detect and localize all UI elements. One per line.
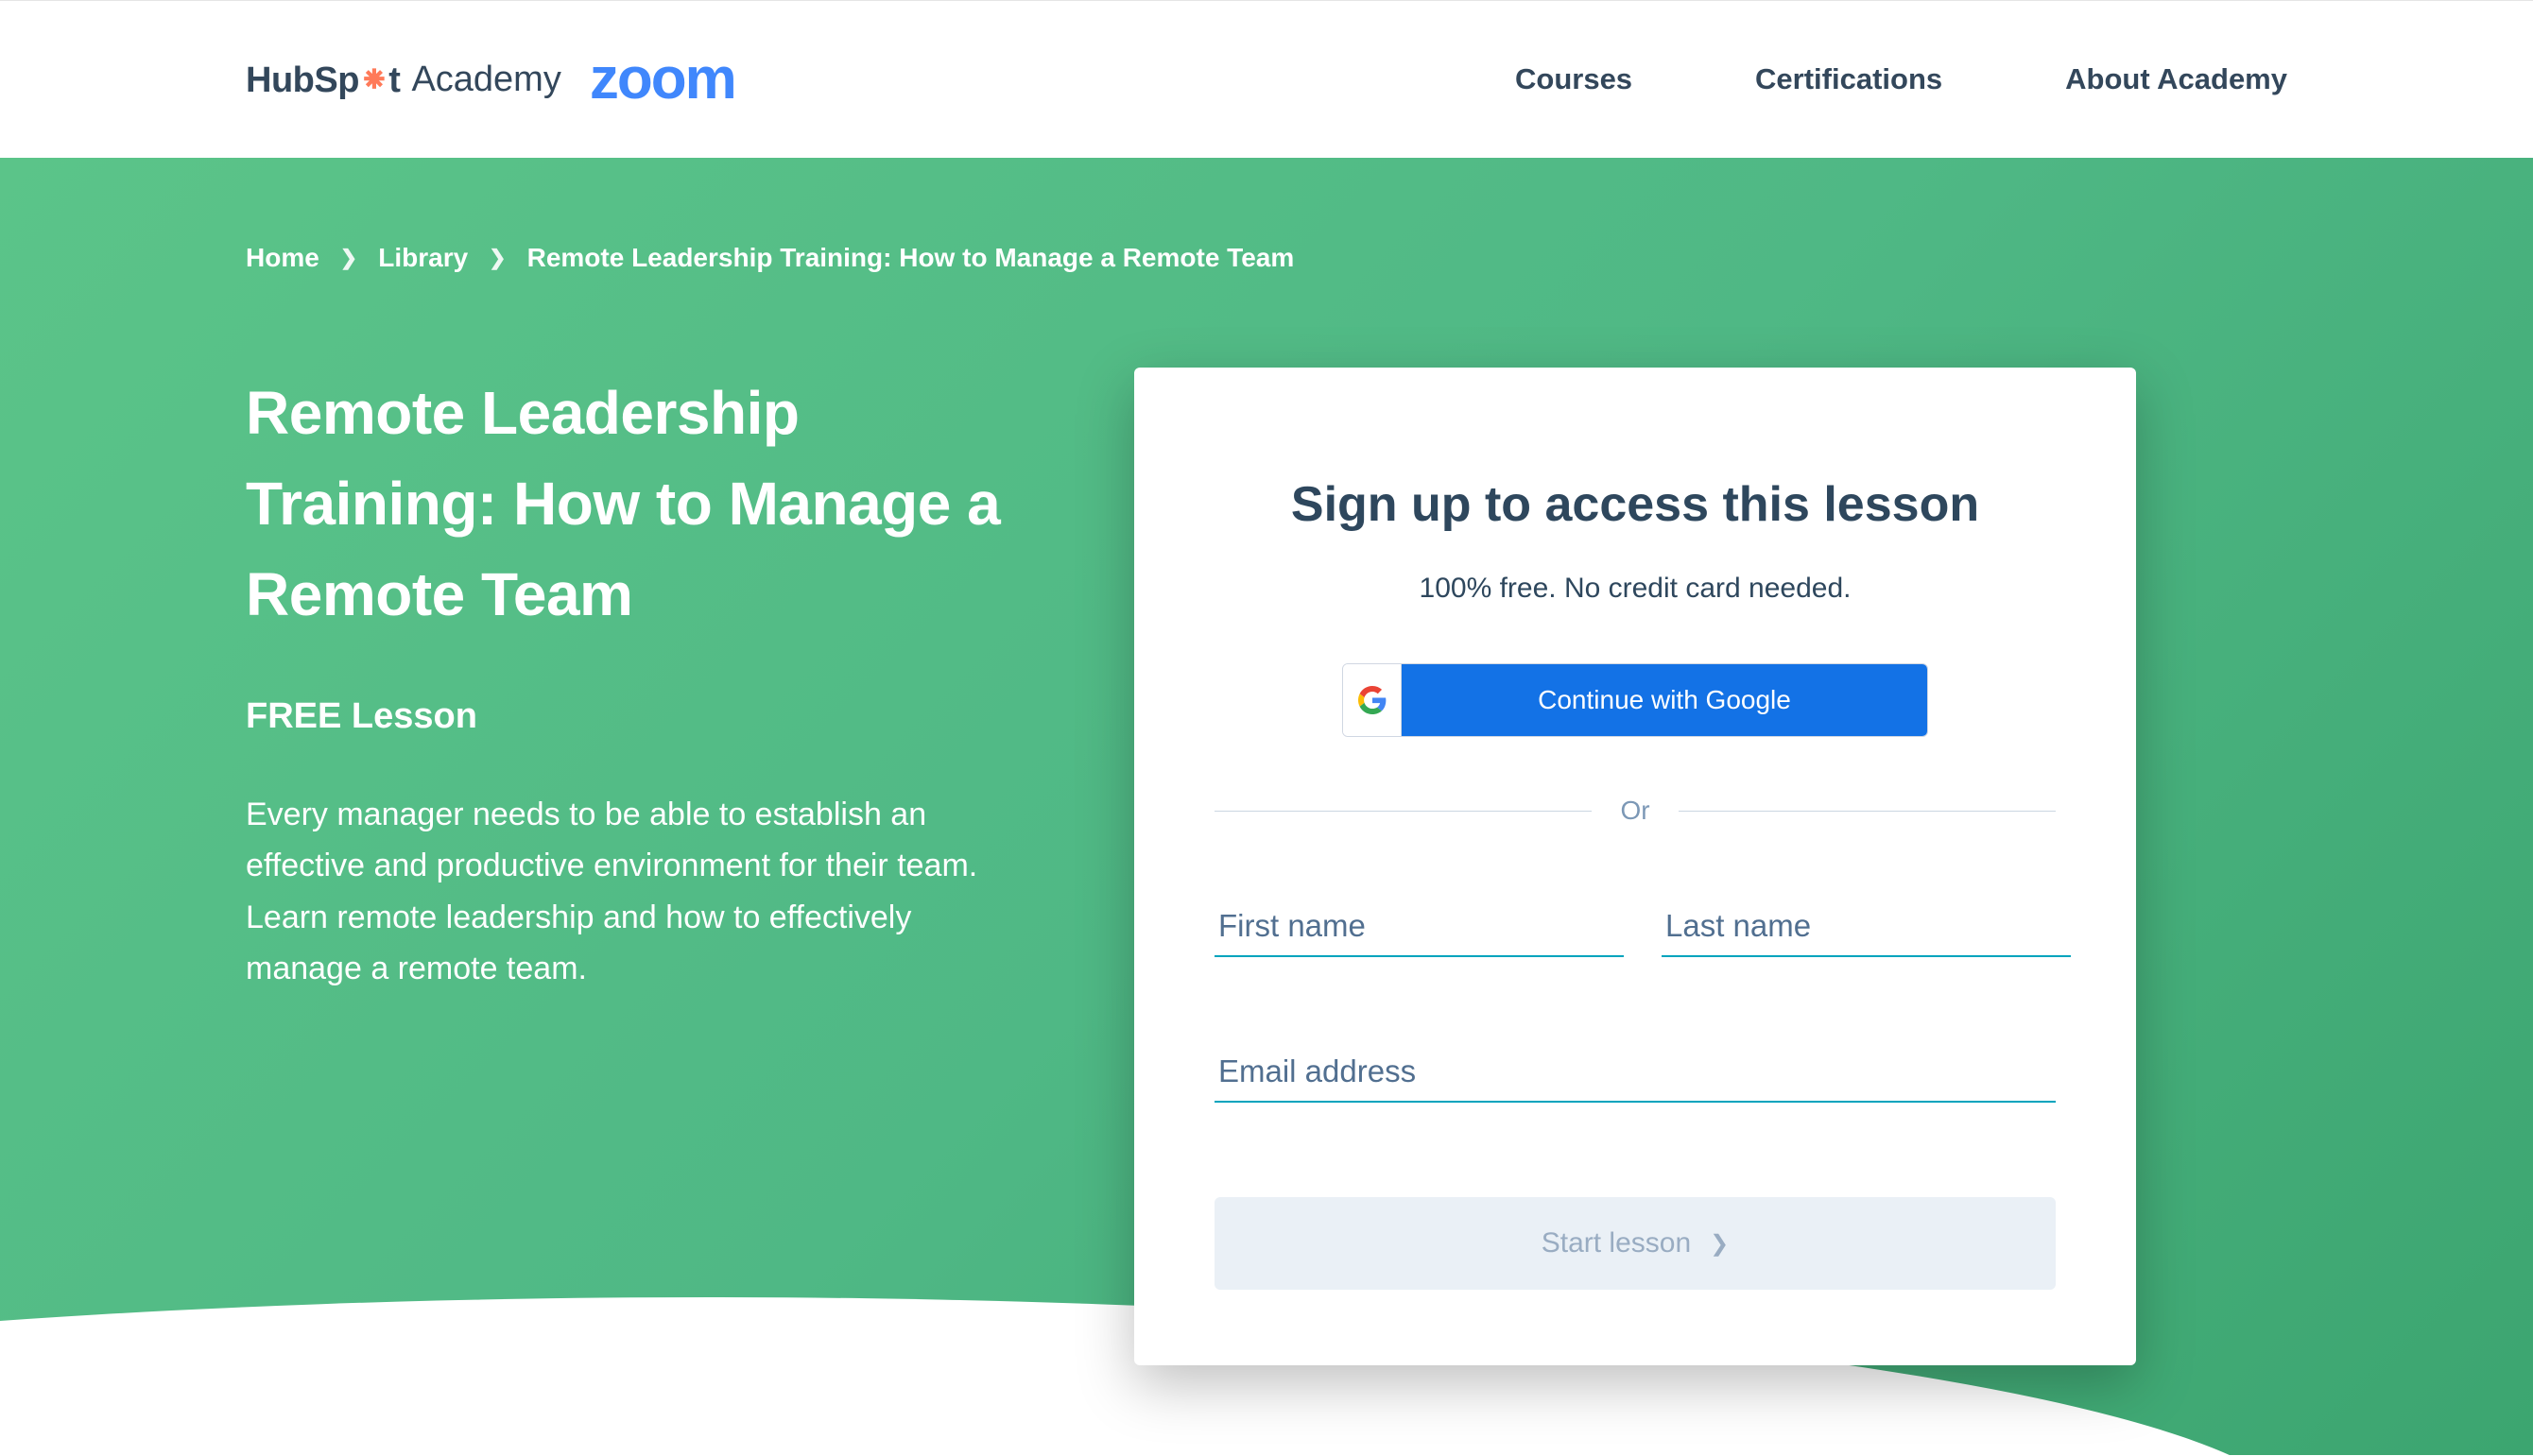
- divider-text: Or: [1620, 796, 1649, 826]
- email-row: [1215, 1042, 2056, 1103]
- breadcrumb-current: Remote Leadership Training: How to Manag…: [527, 243, 1295, 273]
- first-name-field[interactable]: [1215, 897, 1624, 957]
- start-button-label: Start lesson: [1542, 1227, 1691, 1259]
- signup-subtitle: 100% free. No credit card needed.: [1215, 573, 2056, 605]
- google-icon: [1343, 664, 1402, 736]
- breadcrumb-home[interactable]: Home: [246, 243, 319, 273]
- lesson-description: Every manager needs to be able to establ…: [246, 789, 1021, 995]
- main-nav: Courses Certifications About Academy: [1515, 62, 2287, 96]
- signup-title: Sign up to access this lesson: [1215, 476, 2056, 533]
- nav-about-academy[interactable]: About Academy: [2065, 62, 2287, 96]
- last-name-field[interactable]: [1662, 897, 2071, 957]
- nav-courses[interactable]: Courses: [1515, 62, 1632, 96]
- lesson-title: Remote Leadership Training: How to Manag…: [246, 368, 1021, 640]
- signup-card: Sign up to access this lesson 100% free.…: [1134, 368, 2136, 1365]
- chevron-right-icon: ❯: [1710, 1230, 1729, 1258]
- chevron-right-icon: ❯: [340, 246, 357, 270]
- divider: Or: [1215, 796, 2056, 826]
- continue-with-google-button[interactable]: Continue with Google: [1342, 663, 1928, 737]
- hubspot-academy-logo[interactable]: HubSp⁕t Academy: [246, 59, 561, 101]
- zoom-logo[interactable]: zoom: [590, 50, 735, 109]
- email-field[interactable]: [1215, 1042, 2056, 1103]
- content-row: Remote Leadership Training: How to Manag…: [246, 368, 2287, 1365]
- lesson-info: Remote Leadership Training: How to Manag…: [246, 368, 1021, 995]
- nav-certifications[interactable]: Certifications: [1755, 62, 1942, 96]
- breadcrumb: Home ❯ Library ❯ Remote Leadership Train…: [246, 243, 2287, 273]
- hero-section: Home ❯ Library ❯ Remote Leadership Train…: [0, 158, 2533, 1455]
- chevron-right-icon: ❯: [489, 246, 506, 270]
- header: HubSp⁕t Academy zoom Courses Certificati…: [0, 0, 2533, 158]
- name-row: [1215, 897, 2056, 957]
- breadcrumb-library[interactable]: Library: [378, 243, 468, 273]
- lesson-subtitle: FREE Lesson: [246, 696, 1021, 737]
- logo-group: HubSp⁕t Academy zoom: [246, 50, 735, 109]
- google-button-label: Continue with Google: [1402, 664, 1927, 736]
- start-lesson-button[interactable]: Start lesson ❯: [1215, 1197, 2056, 1290]
- sprocket-icon: ⁕: [359, 60, 388, 100]
